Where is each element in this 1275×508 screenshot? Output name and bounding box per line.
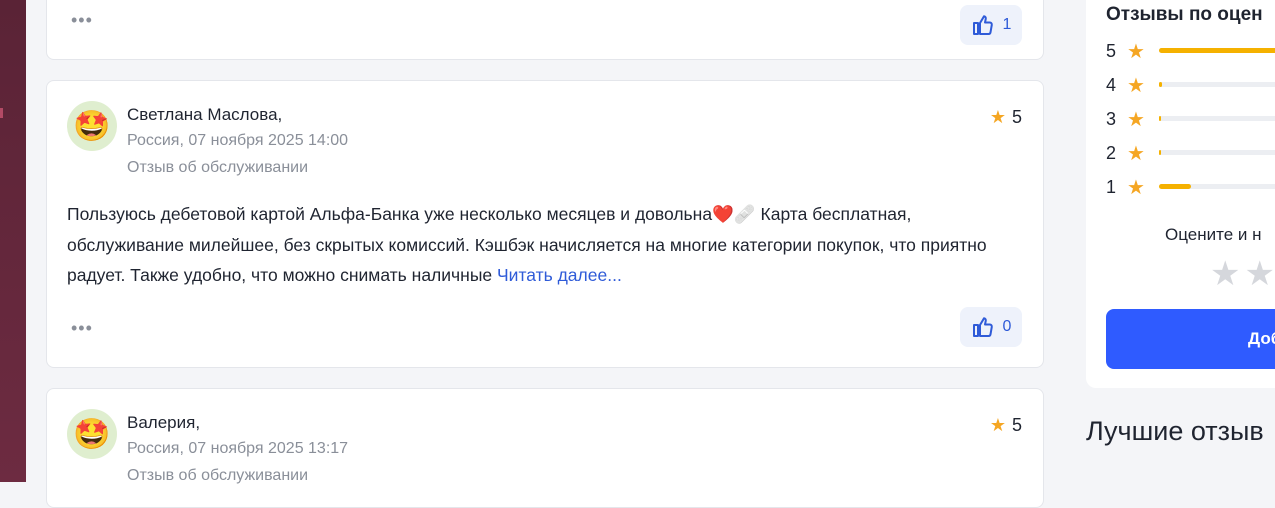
- review-rating: ★ 5: [990, 107, 1022, 128]
- rating-bar-fill: [1159, 150, 1161, 155]
- rating-bar-fill: [1159, 116, 1161, 121]
- review-category: Отзыв об обслуживании: [127, 159, 309, 176]
- star-icon: ★: [989, 415, 1006, 435]
- review-card: 🤩 Валерия, Россия, 07 ноября 2025 13:17 …: [46, 388, 1044, 508]
- rating-value: 5: [1011, 415, 1022, 435]
- avatar: 🤩: [67, 409, 117, 459]
- star-icon: ★: [1127, 74, 1145, 97]
- rating-bar: [1159, 150, 1275, 155]
- left-edge-panel: [0, 0, 26, 482]
- like-count: 1: [1002, 16, 1012, 33]
- review-author[interactable]: Валерия,: [127, 413, 200, 433]
- star-icon: ★: [1127, 142, 1145, 165]
- rating-bar: [1159, 48, 1275, 53]
- rating-bar: [1159, 184, 1275, 189]
- ratings-title: Отзывы по оцен: [1106, 4, 1263, 25]
- more-options-icon[interactable]: •••: [71, 319, 93, 337]
- review-category: Отзыв об обслуживании: [127, 467, 309, 484]
- review-text-start: Пользуюсь дебетовой картой Альфа-Банка у…: [67, 204, 713, 224]
- like-button[interactable]: 0: [960, 307, 1022, 347]
- rate-prompt: Оцените и н: [1165, 225, 1262, 244]
- review-rating: ★ 5: [990, 415, 1022, 436]
- star-icon: ★: [1127, 176, 1145, 199]
- rating-bar: [1159, 82, 1275, 87]
- star-icon: ★: [1127, 40, 1145, 63]
- rating-bar: [1159, 116, 1275, 121]
- best-reviews-heading: Лучшие отзыв: [1086, 416, 1264, 446]
- more-options-icon[interactable]: •••: [71, 11, 93, 29]
- review-location-date: Россия, 07 ноября 2025 14:00: [127, 132, 349, 149]
- rating-row-1[interactable]: 1 ★: [1106, 174, 1275, 200]
- review-card: 🤩 Светлана Маслова, Россия, 07 ноября 20…: [46, 80, 1044, 368]
- avatar: 🤩: [67, 101, 117, 151]
- rating-row-4[interactable]: 4 ★: [1106, 72, 1275, 98]
- like-button[interactable]: 1: [960, 5, 1022, 45]
- rating-row-label: 1: [1106, 176, 1117, 197]
- thumbs-up-icon: [972, 317, 993, 337]
- star-icon: ★: [989, 107, 1006, 127]
- rating-bar-fill: [1159, 48, 1275, 53]
- edge-mark: [0, 108, 3, 118]
- rating-row-label: 4: [1106, 74, 1117, 95]
- like-count: 0: [1002, 318, 1012, 335]
- review-author[interactable]: Светлана Маслова,: [127, 105, 282, 125]
- review-card: ••• 1: [46, 0, 1044, 60]
- read-more-link[interactable]: Читать далее...: [497, 265, 622, 285]
- rating-row-3[interactable]: 3 ★: [1106, 106, 1275, 132]
- thumbs-up-icon: [972, 15, 993, 35]
- review-location-date: Россия, 07 ноября 2025 13:17: [127, 440, 349, 457]
- rating-bar-fill: [1159, 184, 1191, 189]
- rating-row-label: 5: [1106, 40, 1117, 61]
- rate-stars-input[interactable]: ★★: [1210, 254, 1275, 294]
- rating-bar-fill: [1159, 82, 1163, 87]
- add-review-button[interactable]: Доб: [1106, 309, 1275, 369]
- review-text: Пользуюсь дебетовой картой Альфа-Банка у…: [67, 199, 1032, 290]
- mending-heart-emoji: ❤️🩹: [712, 205, 756, 225]
- rating-row-label: 2: [1106, 142, 1117, 163]
- rating-row-2[interactable]: 2 ★: [1106, 140, 1275, 166]
- star-icon: ★: [1127, 108, 1145, 131]
- rating-row-5[interactable]: 5 ★: [1106, 38, 1275, 64]
- ratings-panel: Отзывы по оцен 5 ★ 4 ★ 3 ★ 2 ★ 1 ★ Оцени…: [1086, 0, 1275, 388]
- rating-value: 5: [1011, 107, 1022, 127]
- rating-row-label: 3: [1106, 108, 1117, 129]
